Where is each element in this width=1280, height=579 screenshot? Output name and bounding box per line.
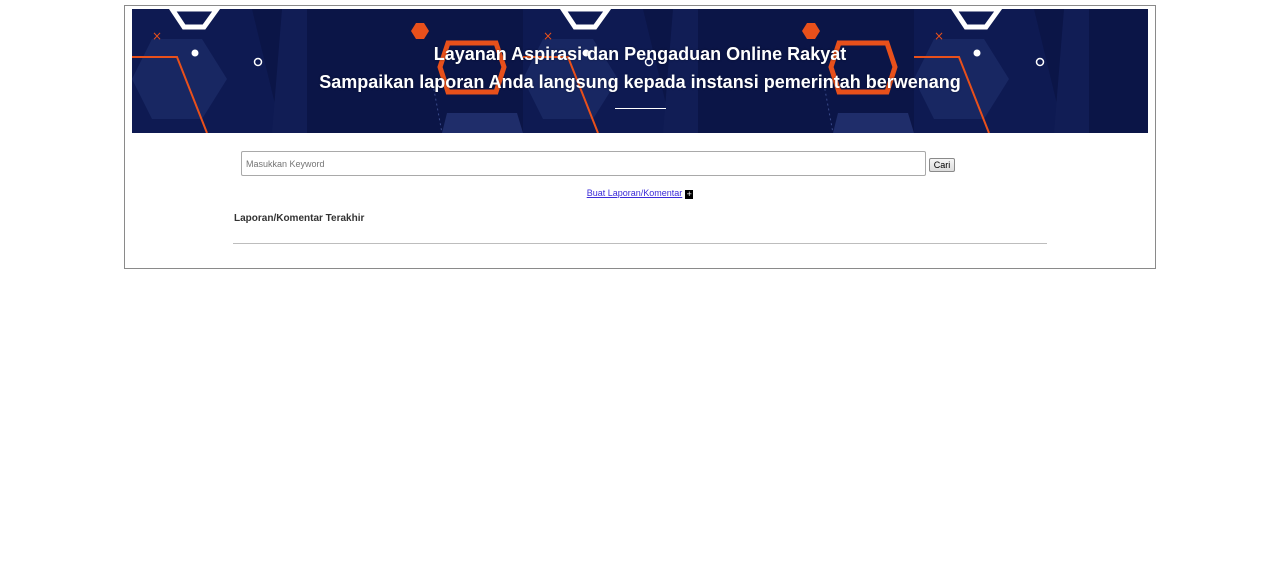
- create-report-row: Buat Laporan/Komentar +: [125, 188, 1155, 199]
- section-divider: [233, 243, 1047, 244]
- banner-background-pattern: ×: [132, 9, 1148, 133]
- banner-divider: [615, 108, 666, 109]
- search-button[interactable]: Cari: [929, 158, 955, 172]
- banner-title: Layanan Aspirasi dan Pengaduan Online Ra…: [433, 44, 847, 64]
- plus-icon[interactable]: +: [685, 190, 694, 199]
- banner-subtitle: Sampaikan laporan Anda langsung kepada i…: [319, 72, 961, 92]
- create-report-link[interactable]: Buat Laporan/Komentar: [587, 188, 683, 198]
- search-input[interactable]: [241, 151, 926, 176]
- latest-reports-heading: Laporan/Komentar Terakhir: [234, 213, 365, 224]
- header-banner: × Layanan Aspirasi dan Pengaduan Online …: [132, 9, 1148, 133]
- svg-text:×: ×: [152, 29, 162, 43]
- page-container: × Layanan Aspirasi dan Pengaduan Online …: [124, 5, 1156, 269]
